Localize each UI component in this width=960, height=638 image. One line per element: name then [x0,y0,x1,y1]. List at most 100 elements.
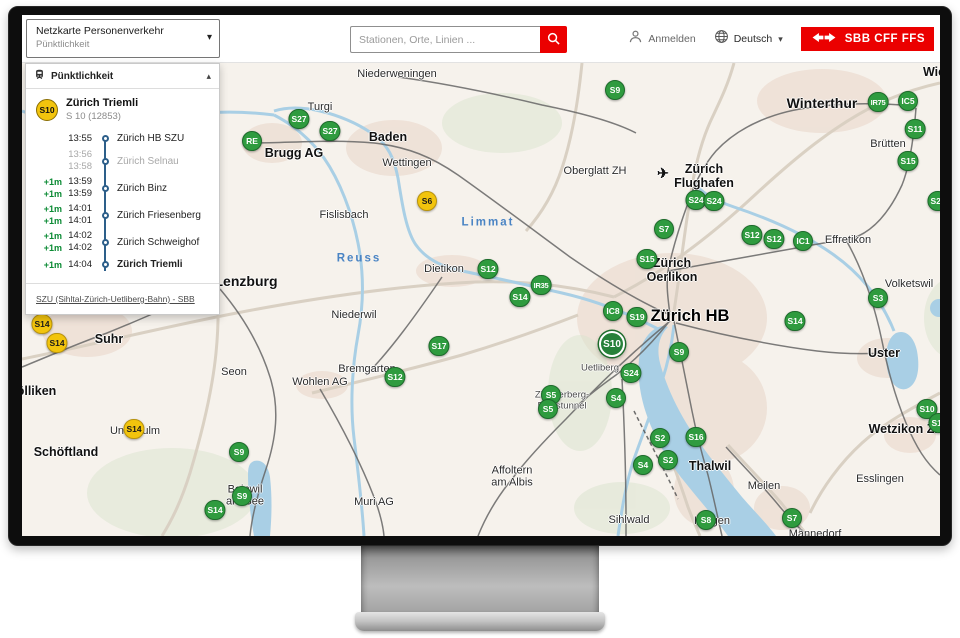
train-badge-s15[interactable]: S15 [636,249,657,269]
stop-name: Zürich HB SZU [112,133,184,144]
train-badge-s7[interactable]: S7 [782,508,802,528]
panel-header[interactable]: Pünktlichkeit ▴ [26,64,219,89]
delay-column [36,149,62,173]
timeline-dot-cell [98,185,112,192]
search-bar [350,26,567,53]
map-layer-dropdown[interactable]: Netzkarte Personenverkehr Pünktlichkeit … [26,19,220,58]
operator-link[interactable]: SZU (Sihltal-Zürich-Uetliberg-Bahn) - SB… [36,294,195,304]
stop-row[interactable]: +1m+1m14:0214:02 Zürich Schweighof [36,230,213,254]
stop-time: 14:01 [68,203,92,215]
train-badge-ic8[interactable]: IC8 [603,301,623,321]
train-badge-s14[interactable]: S14 [46,333,67,353]
stop-name: Zürich Triemli [112,259,183,270]
time-column: 13:5613:58 [62,149,98,173]
search-icon [547,32,560,48]
train-badge-s2[interactable]: S2 [650,428,670,448]
train-badge-s19[interactable]: S19 [626,307,647,327]
train-badge-s14[interactable]: S14 [509,287,530,307]
chevron-up-icon[interactable]: ▴ [206,71,211,82]
stop-time: 13:59 [68,188,92,200]
train-badge-s8[interactable]: S8 [696,510,716,530]
train-badge-s9[interactable]: S9 [669,342,689,362]
train-badge-s12[interactable]: S12 [477,259,498,279]
train-badge-s9[interactable]: S9 [229,442,249,462]
train-badge-s14[interactable]: S14 [31,314,52,334]
train-badge-s12[interactable]: S12 [763,229,784,249]
person-icon [628,29,643,49]
train-badge-s12[interactable]: S12 [741,225,762,245]
delay-label: +1m [44,188,62,200]
stop-row[interactable]: 13:55 Zürich HB SZU [36,131,213,146]
train-badge-s9[interactable]: S9 [605,80,625,100]
login-button[interactable]: Anmelden [628,29,695,49]
delay-column: +1m+1m [36,176,62,200]
sbb-arrows-icon [810,30,838,48]
globe-icon [714,29,729,49]
language-selector[interactable]: Deutsch ▾ [714,29,783,49]
time-column: 14:0114:01 [62,203,98,227]
top-bar: Netzkarte Personenverkehr Pünktlichkeit … [22,15,940,63]
train-badge-s27[interactable]: S27 [288,109,309,129]
stop-row[interactable]: +1m+1m14:0114:01Zürich Friesenberg [36,203,213,227]
train-badge-s16[interactable]: S16 [685,427,706,447]
delay-label: +1m [44,230,62,242]
train-badge-s14[interactable]: S14 [123,419,144,439]
train-badge-s9[interactable]: S9 [232,486,252,506]
train-badge-ir75[interactable]: IR75 [868,92,889,112]
train-badge-s10[interactable]: S10 [599,331,625,357]
stop-name: Zürich Binz [112,183,167,194]
train-badge-s15[interactable]: S15 [928,413,940,433]
top-bar-right: Anmelden Deutsch ▾ [628,15,934,63]
train-badge-s24[interactable]: S24 [620,363,641,383]
train-badge-s17[interactable]: S17 [428,336,449,356]
stop-time: 13:55 [68,133,92,145]
monitor-stand-neck [361,546,599,613]
stop-time: 13:59 [68,176,92,188]
stop-dot [102,158,109,165]
train-badge-re[interactable]: RE [242,131,262,151]
stop-row[interactable]: 13:5613:58Zürich Selnau [36,149,213,173]
train-badge-s6[interactable]: S6 [417,191,437,211]
stop-time: 14:02 [68,230,92,242]
search-button[interactable] [540,26,567,53]
delay-column: +1m+1m [36,203,62,227]
stop-time: 13:56 [68,149,92,161]
train-badge-s24[interactable]: S24 [703,191,724,211]
train-badge-s7[interactable]: S7 [654,219,674,239]
train-badge-s5[interactable]: S5 [538,399,558,419]
delay-column [36,133,62,145]
timeline-dot-cell [98,135,112,142]
stop-dot [102,212,109,219]
stop-dot [102,261,109,268]
sbb-logo[interactable]: SBB CFF FFS [801,27,934,51]
train-badge-s26[interactable]: S26 [927,191,940,211]
train-badge-s27[interactable]: S27 [319,121,340,141]
train-badge-ic5[interactable]: IC5 [898,91,918,111]
train-badge-s14[interactable]: S14 [784,311,805,331]
delay-column: +1m+1m [36,230,62,254]
train-badge-s15[interactable]: S15 [897,151,918,171]
train-summary: S10 Zürich Triemli S 10 (12853) [26,89,219,125]
search-input[interactable] [350,26,540,53]
train-badge-s12[interactable]: S12 [384,367,405,387]
dropdown-line1: Netzkarte Personenverkehr [36,25,199,37]
train-badge-ic1[interactable]: IC1 [793,231,813,251]
train-badge-s4[interactable]: S4 [633,455,653,475]
stop-dot [102,185,109,192]
train-badge-s3[interactable]: S3 [868,288,888,308]
stop-row[interactable]: +1m14:04Zürich Triemli [36,257,213,272]
stop-name: Zürich Schweighof [112,237,199,248]
screen: NiederweningenTurgiBadenBrugg AGWettinge… [22,15,940,536]
chevron-down-icon: ▾ [778,34,783,45]
stop-dot [102,135,109,142]
login-label: Anmelden [648,33,695,45]
stop-row[interactable]: +1m+1m 13:5913:59 Zürich Binz [36,176,213,200]
train-badge-s14[interactable]: S14 [204,500,225,520]
panel-title: Pünktlichkeit [51,71,113,82]
train-badge-s2[interactable]: S2 [658,450,678,470]
train-badge-s11[interactable]: S11 [905,119,926,139]
train-badge-ir35[interactable]: IR35 [531,275,552,295]
time-column: 14:0214:02 [62,230,98,254]
delay-column: +1m [36,259,62,271]
train-badge-s4[interactable]: S4 [606,388,626,408]
